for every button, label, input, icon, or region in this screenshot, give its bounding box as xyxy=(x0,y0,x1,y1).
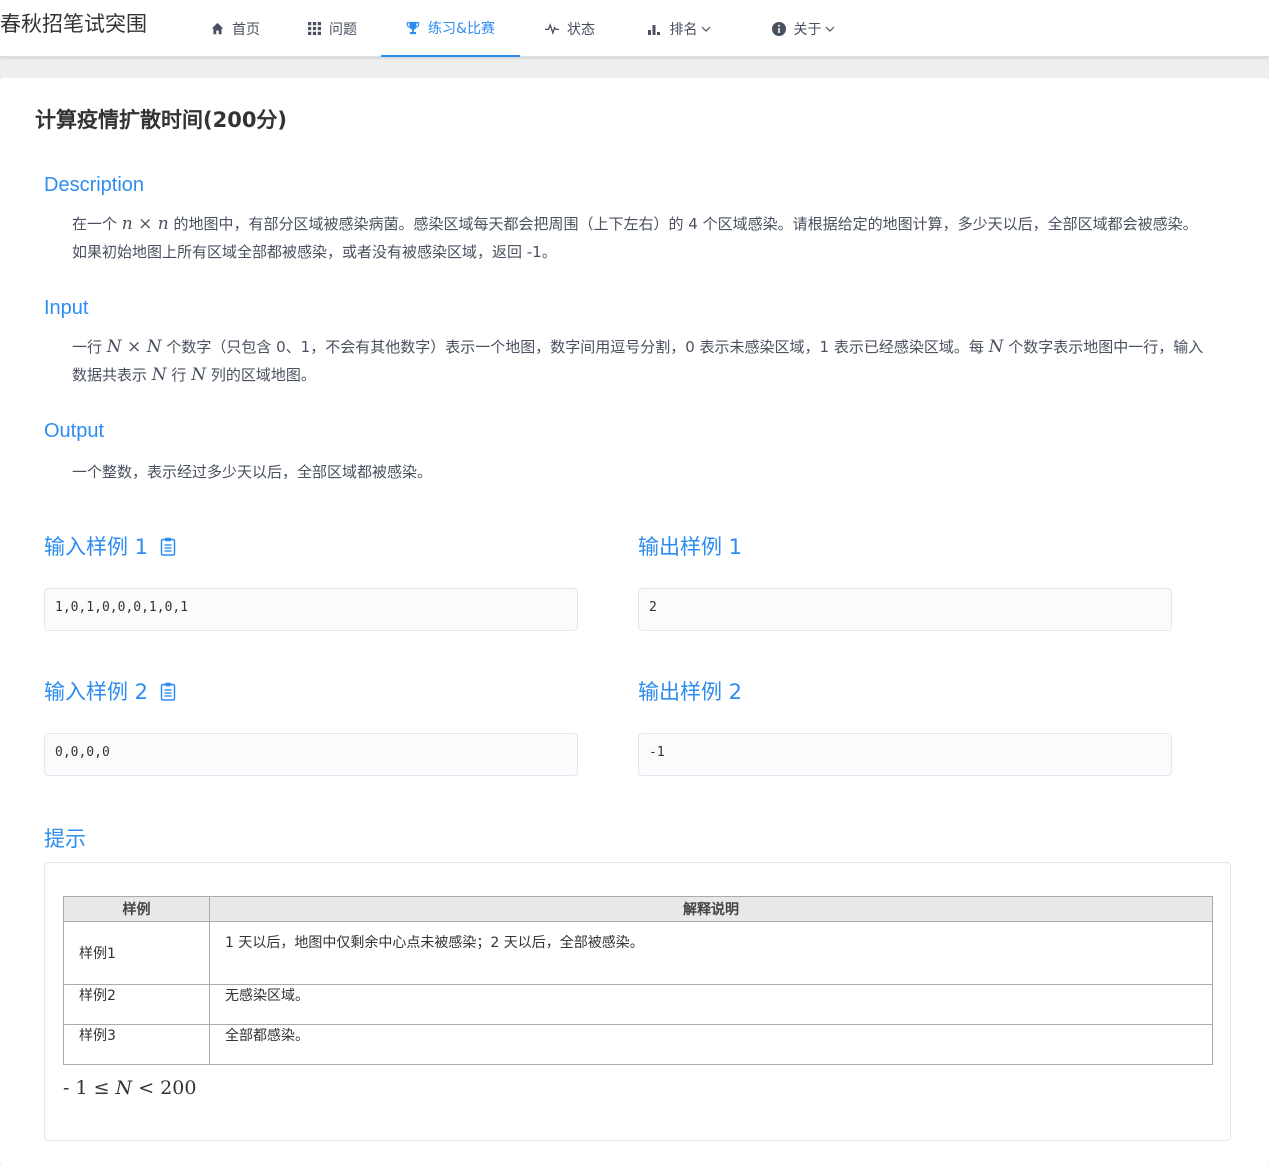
text-segment: 一行 xyxy=(72,338,107,356)
nav-item-problems[interactable]: 问题 xyxy=(304,0,360,57)
table-row: 样例3 全部都感染。 xyxy=(63,1024,1213,1065)
nav-item-label: 关于 xyxy=(793,21,822,38)
output-heading: Output xyxy=(44,420,105,442)
math-variable: N xyxy=(106,337,122,357)
sample-input-1[interactable]: 1,0,1,0,0,0,1,0,1 xyxy=(44,588,578,631)
nav-item-rank[interactable]: 排名 xyxy=(641,0,717,57)
hint-heading: 提示 xyxy=(44,828,86,851)
text-segment: 的地图中，有部分区域被感染病菌。感染区域每天都会把周围（上下左右）的 4 个区域… xyxy=(72,215,1198,261)
info-icon xyxy=(771,21,786,36)
sample-input-2-heading: 输入样例 2 xyxy=(44,676,176,706)
sample-output-2[interactable]: -1 xyxy=(638,733,1172,776)
table-cell: 样例2 xyxy=(63,984,210,1025)
top-navbar: 春秋招笔试突围 首页 问题 练习&比赛 状态 排名 关于 xyxy=(0,0,1269,57)
chevron-down-icon xyxy=(701,25,711,33)
table-header: 解释说明 xyxy=(209,896,1213,922)
chevron-down-icon xyxy=(825,25,835,33)
table-cell: 无感染区域。 xyxy=(209,984,1213,1025)
text-segment: 在一个 xyxy=(72,215,122,233)
nav-item-label: 排名 xyxy=(669,21,698,38)
clipboard-icon[interactable] xyxy=(160,682,176,701)
pulse-icon xyxy=(545,22,559,36)
output-text: 一个整数，表示经过多少天以后，全部区域都被感染。 xyxy=(72,463,433,481)
trophy-icon xyxy=(406,21,420,35)
math-variable: N xyxy=(115,1077,133,1099)
sample-output-2-heading: 输出样例 2 xyxy=(638,680,743,704)
table-cell: 样例1 xyxy=(63,921,210,985)
math-operator: × xyxy=(121,337,147,357)
hint-box: 样例 解释说明 样例1 1 天以后，地图中仅剩余中心点未被感染；2 天以后，全部… xyxy=(44,862,1231,1141)
text-segment: - 1 ≤ xyxy=(63,1077,116,1099)
input-text: 一行 N × N 个数字（只包含 0、1，不会有其他数字）表示一个地图，数字间用… xyxy=(72,333,1212,389)
sample-output-1-heading: 输出样例 1 xyxy=(638,535,743,559)
input-heading: Input xyxy=(44,297,89,319)
table-cell: 样例3 xyxy=(63,1024,210,1065)
nav-item-about[interactable]: 关于 xyxy=(766,0,840,57)
sample-label: 输入样例 2 xyxy=(44,680,149,704)
grid-icon xyxy=(307,22,321,36)
constraint-text: - 1 ≤ N < 200 xyxy=(63,1077,196,1099)
description-heading: Description xyxy=(44,174,145,196)
table-row: 样例2 无感染区域。 xyxy=(63,984,1213,1025)
site-brand[interactable]: 春秋招笔试突围 xyxy=(0,10,147,38)
sample-input-2[interactable]: 0,0,0,0 xyxy=(44,733,578,776)
math-operator: × xyxy=(132,214,158,234)
hint-table: 样例 解释说明 样例1 1 天以后，地图中仅剩余中心点未被感染；2 天以后，全部… xyxy=(63,896,1213,1065)
nav-item-label: 状态 xyxy=(567,21,595,38)
math-variable: n xyxy=(157,214,169,234)
problem-card: 计算疫情扩散时间(200分) Description 在一个 n × n 的地图… xyxy=(0,78,1269,1164)
table-header: 样例 xyxy=(63,896,210,922)
sample-output-1[interactable]: 2 xyxy=(638,588,1172,631)
nav-item-label: 练习&比赛 xyxy=(428,20,495,37)
clipboard-icon[interactable] xyxy=(160,537,176,556)
math-variable: N xyxy=(988,337,1004,357)
home-icon xyxy=(210,22,224,36)
text-segment: 行 xyxy=(166,366,192,384)
sample-label: 输入样例 1 xyxy=(44,535,149,559)
table-row: 样例1 1 天以后，地图中仅剩余中心点未被感染；2 天以后，全部被感染。 xyxy=(63,921,1213,985)
nav-item-label: 问题 xyxy=(329,21,357,38)
nav-item-contest[interactable]: 练习&比赛 xyxy=(381,0,520,57)
math-variable: N xyxy=(146,337,162,357)
math-variable: N xyxy=(151,365,167,385)
math-variable: n xyxy=(121,214,133,234)
sample-input-1-heading: 输入样例 1 xyxy=(44,531,176,561)
problem-title: 计算疫情扩散时间(200分) xyxy=(35,108,288,132)
bar-chart-icon xyxy=(648,22,662,36)
text-segment: 个数字（只包含 0、1，不会有其他数字）表示一个地图，数字间用逗号分割，0 表示… xyxy=(161,338,989,356)
nav-item-status[interactable]: 状态 xyxy=(541,0,599,57)
description-text: 在一个 n × n 的地图中，有部分区域被感染病菌。感染区域每天都会把周围（上下… xyxy=(72,210,1212,266)
table-cell: 全部都感染。 xyxy=(209,1024,1213,1065)
nav-item-label: 首页 xyxy=(232,21,260,38)
text-segment: 列的区域地图。 xyxy=(206,366,316,384)
math-variable: N xyxy=(191,365,207,385)
text-segment: < 200 xyxy=(132,1077,197,1099)
nav-item-home[interactable]: 首页 xyxy=(207,0,263,57)
table-cell: 1 天以后，地图中仅剩余中心点未被感染；2 天以后，全部被感染。 xyxy=(209,921,1213,985)
